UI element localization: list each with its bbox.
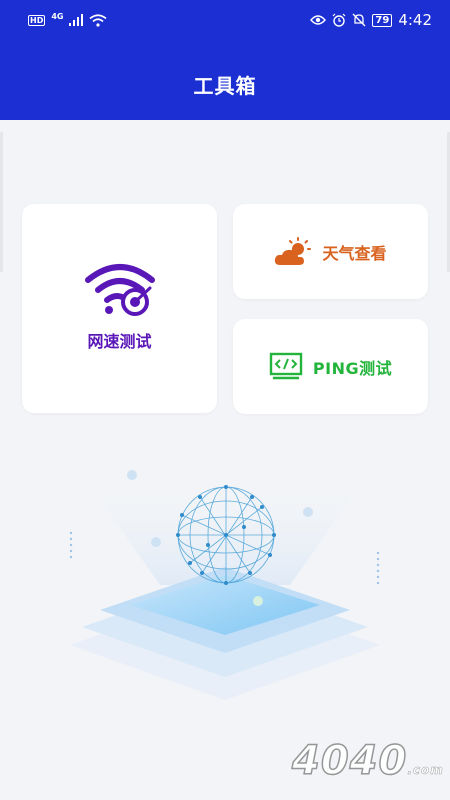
wifi-target-icon [85,264,155,316]
watermark-text: 4040 [291,737,408,785]
weather-label: 天气查看 [322,243,387,263]
network-sphere-illustration [69,470,380,700]
clock: 4:42 [398,11,432,29]
cell-signal-icon [69,14,84,26]
sun-cloud-icon [275,236,312,265]
battery-level: 79 [372,13,393,27]
left-edge-divider [0,132,3,272]
weather-card[interactable]: 天气查看 [233,204,428,299]
ping-card[interactable]: PING测试 [233,319,428,414]
app-bar: HD 4G 79 4:42 工具箱 [0,0,450,120]
ping-label: PING测试 [312,358,393,378]
status-bar: HD 4G 79 4:42 [0,0,450,40]
site-watermark: 4040.com [291,737,444,785]
status-left: HD 4G [28,11,107,27]
page-title: 工具箱 [193,74,257,98]
alarm-icon [332,13,346,27]
wifi-status-icon [89,13,107,27]
status-right: 79 4:42 [310,11,432,29]
watermark-suffix: .com [407,763,444,778]
eye-icon [310,15,327,25]
speed-test-label: 网速测试 [87,332,152,351]
code-monitor-icon [269,352,303,379]
mute-bell-icon [352,13,366,27]
hd-badge: HD [28,14,46,26]
network-type: 4G [51,11,64,21]
speed-test-card[interactable]: 网速测试 [22,204,217,413]
